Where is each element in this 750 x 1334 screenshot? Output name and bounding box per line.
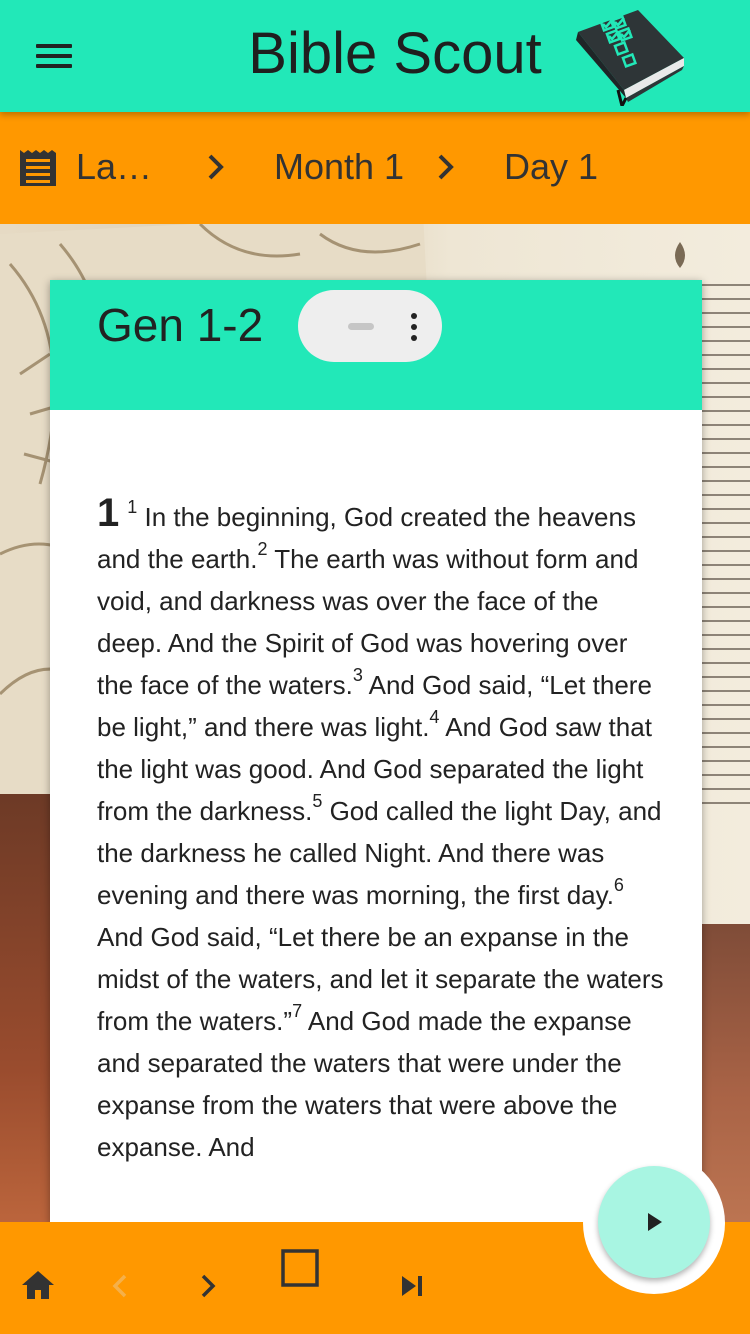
play-icon — [648, 1213, 662, 1231]
verse-number: 7 — [292, 1001, 303, 1022]
verse-number: 5 — [312, 791, 323, 812]
reading-plan-icon — [20, 150, 56, 186]
chevron-right-icon — [208, 154, 224, 180]
chevron-left-icon[interactable] — [108, 1272, 132, 1300]
more-options-button[interactable] — [406, 312, 422, 342]
collapse-button[interactable] — [348, 323, 374, 330]
verse-number: 3 — [352, 665, 363, 686]
card-header: Gen 1-2 — [50, 280, 702, 410]
verse-number: 1 — [127, 497, 138, 518]
more-vert-icon — [411, 313, 417, 319]
more-vert-icon — [411, 324, 417, 330]
breadcrumb-day[interactable]: Day 1 — [504, 146, 598, 188]
passage-controls — [298, 290, 442, 362]
breadcrumb-month[interactable]: Month 1 — [274, 146, 404, 188]
chapter-number: 1 — [97, 491, 120, 535]
verse-number: 6 — [613, 875, 624, 896]
skip-next-icon[interactable] — [398, 1272, 426, 1300]
verse-number: 2 — [257, 539, 268, 560]
home-icon[interactable] — [20, 1268, 56, 1302]
passage-reference: Gen 1-2 — [97, 299, 264, 351]
play-button[interactable] — [598, 1166, 710, 1278]
chevron-right-icon — [438, 154, 454, 180]
scripture-text: 11 In the beginning, God created the hea… — [97, 492, 667, 1168]
app-header: Bible Scout — [0, 0, 750, 112]
breadcrumb-plan[interactable]: La… — [76, 146, 152, 188]
reading-card: Gen 1-2 11 In the beginning, God created… — [50, 280, 702, 1224]
bible-logo-icon — [576, 10, 684, 106]
chevron-right-icon[interactable] — [196, 1272, 220, 1300]
verse-number: 4 — [429, 707, 440, 728]
more-vert-icon — [411, 335, 417, 341]
stop-square-icon[interactable] — [281, 1249, 319, 1287]
